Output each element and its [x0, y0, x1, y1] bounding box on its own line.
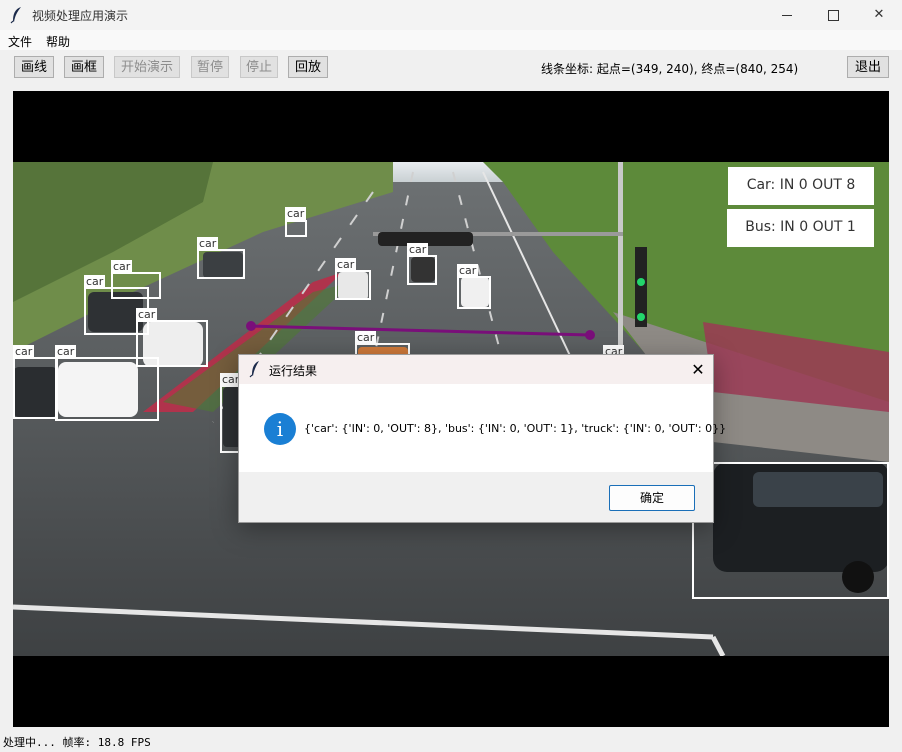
start-demo-button[interactable]: 开始演示	[114, 56, 180, 78]
detection-box	[335, 270, 371, 300]
close-icon: ✕	[691, 360, 705, 379]
dialog-title-bar: 运行结果 ✕	[239, 355, 713, 384]
title-bar: 视频处理应用演示 ✕	[0, 0, 902, 30]
bus-counter: Bus: IN 0 OUT 1	[727, 209, 874, 247]
detection-label: car	[457, 264, 479, 277]
detection-label: car	[55, 345, 77, 358]
status-bar: 处理中... 帧率: 18.8 FPS	[0, 734, 902, 752]
stop-button[interactable]: 停止	[240, 56, 278, 78]
detection-label: car	[136, 308, 158, 321]
window-title: 视频处理应用演示	[32, 9, 129, 23]
line-coordinates: 线条坐标: 起点=(349, 240), 终点=(840, 254)	[541, 62, 799, 76]
close-button[interactable]: ✕	[856, 0, 902, 30]
detection-label: car	[355, 331, 377, 344]
detection-label: car	[285, 207, 307, 220]
detection-box	[13, 357, 58, 419]
detection-label: car	[407, 243, 429, 256]
dialog-message: {'car': {'IN': 0, 'OUT': 8}, 'bus': {'IN…	[304, 422, 727, 435]
dialog-footer: 确定	[239, 472, 713, 522]
detection-box	[285, 220, 307, 237]
exit-button[interactable]: 退出	[847, 56, 889, 78]
dialog-title: 运行结果	[269, 364, 318, 378]
menu-bar: 文件 帮助	[0, 30, 902, 50]
maximize-button[interactable]	[810, 0, 856, 30]
detection-label: car	[197, 237, 219, 250]
feather-icon	[10, 7, 21, 24]
maximize-icon	[828, 10, 839, 21]
status-text: 处理中... 帧率: 18.8 FPS	[3, 736, 151, 749]
minimize-button[interactable]	[764, 0, 810, 30]
menu-help[interactable]: 帮助	[46, 33, 70, 50]
detection-box	[55, 357, 159, 421]
dialog-body: i {'car': {'IN': 0, 'OUT': 8}, 'bus': {'…	[239, 384, 726, 472]
detection-label: car	[13, 345, 35, 358]
draw-box-button[interactable]: 画框	[64, 56, 104, 78]
ok-button[interactable]: 确定	[609, 485, 695, 511]
close-icon: ✕	[873, 7, 885, 22]
minimize-icon	[782, 15, 792, 16]
detection-box	[407, 255, 437, 285]
toolbar: 画线 画框 开始演示 暂停 停止 回放 线条坐标: 起点=(349, 240),…	[0, 50, 902, 88]
detection-label: car	[111, 260, 133, 273]
draw-line-button[interactable]: 画线	[14, 56, 54, 78]
detection-box	[692, 462, 889, 599]
car-counter: Car: IN 0 OUT 8	[728, 167, 874, 205]
menu-file[interactable]: 文件	[8, 33, 32, 50]
detection-label: car	[335, 258, 357, 271]
detection-box	[457, 276, 491, 309]
feather-icon	[249, 361, 259, 378]
dialog-close-button[interactable]: ✕	[683, 355, 713, 384]
replay-button[interactable]: 回放	[288, 56, 328, 78]
detection-label: car	[84, 275, 106, 288]
detection-box	[197, 249, 245, 279]
pause-button[interactable]: 暂停	[191, 56, 229, 78]
info-icon: i	[264, 413, 296, 445]
result-dialog: 运行结果 ✕ i {'car': {'IN': 0, 'OUT': 8}, 'b…	[238, 354, 726, 523]
